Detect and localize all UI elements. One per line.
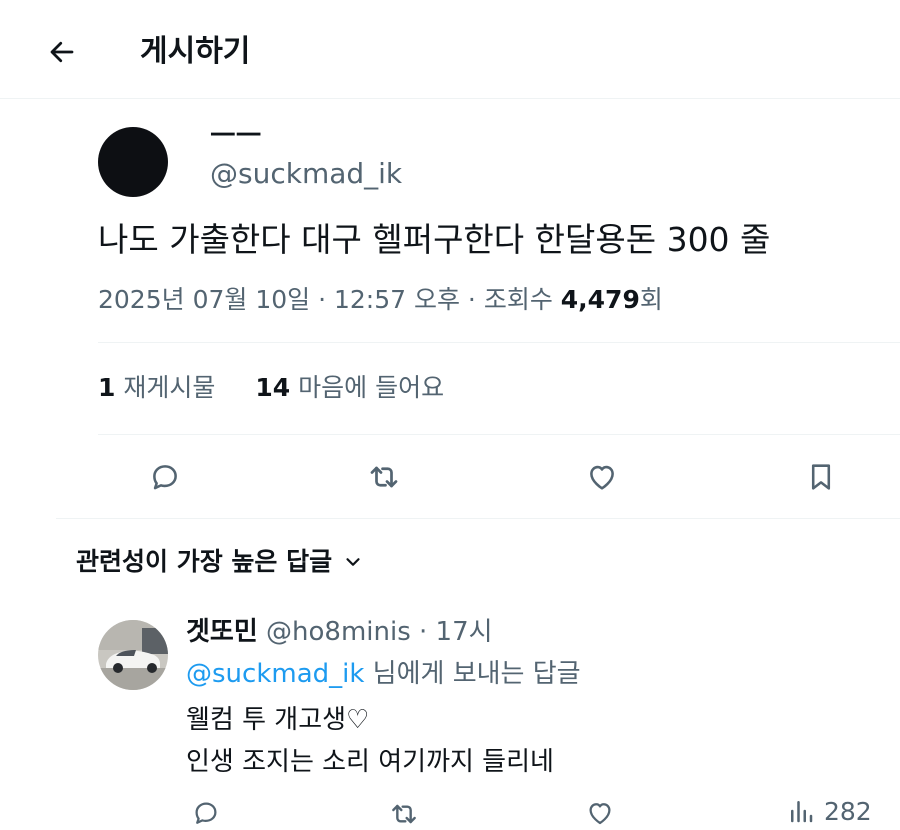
arrow-left-icon (50, 41, 74, 63)
author-handle[interactable]: @suckmad_ik (210, 156, 402, 192)
post-meta: 2025년 07월 10일 · 12:57 오후 · 조회수 4,479회 (98, 282, 663, 318)
likes-stat[interactable]: 14 마음에 들어요 (255, 373, 444, 402)
reply-icon (153, 465, 177, 490)
like-icon (590, 465, 614, 490)
bookmark-button[interactable] (798, 454, 844, 500)
reply-context: @suckmad_ik 님에게 보내는 답글 (186, 656, 581, 692)
reply-reply-button[interactable] (186, 798, 226, 829)
header-divider (0, 98, 900, 99)
like-button[interactable] (579, 454, 625, 500)
reply-header: 겟또민 @ho8minis · 17시 (186, 614, 493, 650)
reply-to-handle-link[interactable]: @suckmad_ik (186, 659, 364, 689)
meta-divider (98, 342, 900, 343)
reposts-label: 재게시물 (123, 373, 216, 402)
reply-icon (195, 802, 217, 824)
like-icon (589, 803, 611, 825)
view-suffix: 회 (639, 285, 663, 314)
bookmark-icon (811, 464, 831, 490)
reply-views-button[interactable]: 282 (786, 796, 872, 829)
replies-sort-dropdown[interactable]: 관련성이 가장 높은 답글 (76, 544, 364, 580)
view-count: 4,479 (560, 285, 640, 314)
post-text: 나도 가출한다 대구 헬퍼구한다 한달용돈 300 줄 (98, 220, 771, 259)
reply-text-line-1: 웰컴 투 개고생♡ (186, 705, 370, 735)
reposts-stat[interactable]: 1 재게시물 (98, 373, 215, 402)
reply-to-suffix: 님에게 보내는 답글 (364, 659, 581, 689)
back-button[interactable] (40, 30, 84, 74)
reposts-count: 1 (98, 373, 116, 402)
page-title: 게시하기 (140, 34, 251, 69)
reply-text-line-2: 인생 조지는 소리 여기까지 들리네 (186, 747, 554, 777)
repost-icon (392, 804, 416, 824)
car-photo-icon (98, 620, 168, 690)
reply-views-count: 282 (824, 797, 872, 826)
views-chart-icon (791, 801, 813, 823)
replies-sort-label: 관련성이 가장 높은 답글 (76, 547, 333, 576)
avatar[interactable] (98, 127, 168, 197)
stats-divider (98, 434, 900, 435)
post-stats: 1 재게시물 14 마음에 들어요 (98, 370, 444, 406)
reply-display-name[interactable]: 겟또민 (186, 617, 258, 647)
repost-icon (370, 466, 398, 488)
reply-handle[interactable]: @ho8minis (266, 617, 411, 647)
chevron-down-icon (346, 558, 360, 566)
reply-like-button[interactable] (580, 798, 620, 829)
likes-count: 14 (255, 373, 291, 402)
reply-time[interactable]: · 17시 (411, 617, 493, 647)
reply-button[interactable] (142, 454, 188, 500)
repost-button[interactable] (361, 454, 407, 500)
likes-label: 마음에 들어요 (298, 373, 445, 402)
reply-repost-button[interactable] (384, 798, 424, 829)
reply-avatar[interactable] (98, 620, 168, 690)
author-display-name[interactable]: ㅡㅡ (210, 118, 262, 154)
post-timestamp[interactable]: 2025년 07월 10일 · 12:57 오후 · 조회수 (98, 285, 561, 314)
actions-divider (56, 518, 900, 519)
